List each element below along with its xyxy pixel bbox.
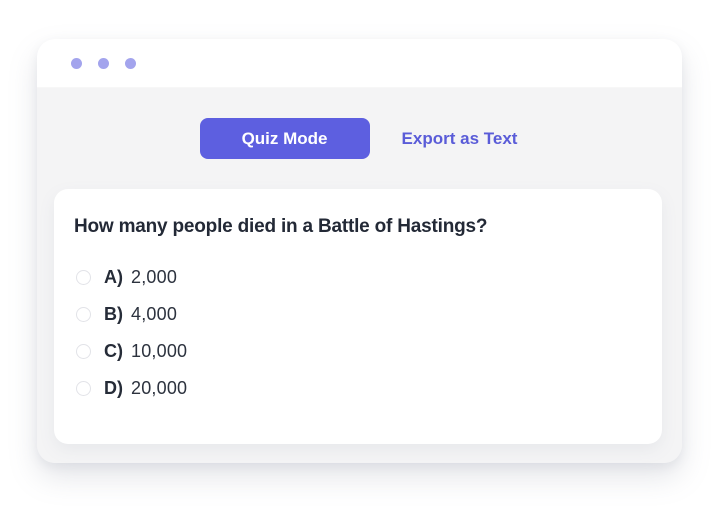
window-control-dot-icon [71, 58, 82, 69]
option-letter: D) [104, 378, 123, 399]
radio-icon[interactable] [76, 344, 91, 359]
radio-icon[interactable] [76, 307, 91, 322]
window-control-dot-icon [98, 58, 109, 69]
quiz-mode-button[interactable]: Quiz Mode [200, 118, 370, 159]
option-row-c[interactable]: C) 10,000 [74, 336, 642, 366]
option-value: 2,000 [131, 267, 177, 288]
option-row-d[interactable]: D) 20,000 [74, 373, 642, 403]
quiz-card: How many people died in a Battle of Hast… [54, 189, 662, 444]
window-body: Quiz Mode Export as Text How many people… [37, 88, 682, 463]
quiz-question: How many people died in a Battle of Hast… [74, 214, 642, 240]
option-value: 10,000 [131, 341, 187, 362]
options-list: A) 2,000 B) 4,000 C) 10,000 D) 20,000 [74, 262, 642, 403]
window-titlebar [37, 39, 682, 88]
radio-icon[interactable] [76, 270, 91, 285]
option-letter: A) [104, 267, 123, 288]
window-control-dot-icon [125, 58, 136, 69]
app-window: Quiz Mode Export as Text How many people… [37, 39, 682, 463]
option-row-a[interactable]: A) 2,000 [74, 262, 642, 292]
radio-icon[interactable] [76, 381, 91, 396]
option-letter: B) [104, 304, 123, 325]
option-value: 4,000 [131, 304, 177, 325]
export-as-text-button[interactable]: Export as Text [400, 123, 520, 155]
option-letter: C) [104, 341, 123, 362]
option-row-b[interactable]: B) 4,000 [74, 299, 642, 329]
option-value: 20,000 [131, 378, 187, 399]
mode-toolbar: Quiz Mode Export as Text [37, 118, 682, 159]
